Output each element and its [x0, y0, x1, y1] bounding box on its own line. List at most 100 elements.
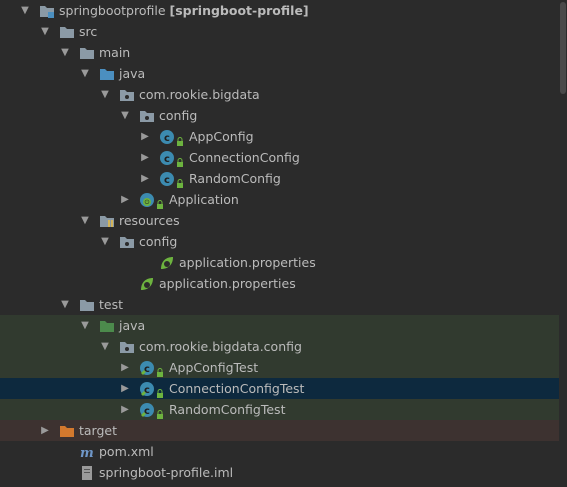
expand-arrow-down-icon[interactable]: ▼ [79, 315, 91, 336]
tree-item-label: java [119, 63, 145, 84]
tree-row[interactable]: ▼ test [0, 294, 559, 315]
tree-item-label: springbootprofile [springboot-profile] [59, 0, 309, 21]
tree-row[interactable]: application.properties [0, 252, 559, 273]
tree-item-label: com.rookie.bigdata.config [139, 336, 302, 357]
tree-item-label: java [119, 315, 145, 336]
tree-item-label: application.properties [179, 252, 316, 273]
expand-arrow-down-icon[interactable]: ▼ [19, 0, 31, 21]
tree-item-name: java [119, 318, 146, 333]
package-icon [119, 234, 135, 250]
tree-item-label: application.properties [159, 273, 296, 294]
tree-item-name: test [99, 297, 124, 312]
tree-row[interactable]: ▼ src [0, 21, 559, 42]
vertical-scrollbar[interactable] [559, 0, 567, 483]
spring-boot-class-icon: ⏻ [139, 192, 155, 208]
scrollbar-thumb[interactable] [560, 2, 566, 94]
test-class-icon: c [139, 360, 155, 376]
expand-arrow-down-icon[interactable]: ▼ [59, 294, 71, 315]
class-icon: c [159, 171, 175, 187]
tree-item-name: com.rookie.bigdata [139, 87, 260, 102]
tree-item-label: RandomConfigTest [169, 399, 285, 420]
tree-item-name: config [139, 234, 178, 249]
tree-row[interactable]: ▼ java [0, 315, 559, 336]
expand-arrow-right-icon[interactable]: ▶ [119, 399, 131, 420]
tree-row[interactable]: application.properties [0, 273, 559, 294]
expand-arrow-down-icon[interactable]: ▼ [79, 63, 91, 84]
tree-row[interactable]: ▼ com.rookie.bigdata [0, 84, 559, 105]
maven-icon: m [79, 444, 95, 461]
expand-arrow-right-icon[interactable]: ▶ [119, 378, 131, 399]
expand-arrow-down-icon[interactable]: ▼ [119, 105, 131, 126]
test-class-icon: c [139, 381, 155, 397]
tree-item-name: RandomConfigTest [169, 402, 286, 417]
tree-row[interactable]: m pom.xml [0, 441, 559, 462]
tree-row[interactable]: ▶ c AppConfig [0, 126, 559, 147]
tree-item-name: java [119, 66, 146, 81]
module-name-label: [springboot-profile] [169, 3, 309, 18]
tree-item-name: com.rookie.bigdata.config [139, 339, 302, 354]
expand-arrow-down-icon[interactable]: ▼ [99, 336, 111, 357]
tree-item-name: src [79, 24, 98, 39]
tree-item-label: RandomConfig [189, 168, 281, 189]
tree-row[interactable]: ▶ c RandomConfig [0, 168, 559, 189]
tree-row[interactable]: ▶ ⏻ Application [0, 189, 559, 210]
tree-row[interactable]: ▶ c ConnectionConfig [0, 147, 559, 168]
tree-item-label: com.rookie.bigdata [139, 84, 260, 105]
tree-row[interactable]: ▶ c AppConfigTest [0, 357, 559, 378]
expand-arrow-right-icon[interactable]: ▶ [139, 147, 151, 168]
expand-arrow-right-icon[interactable]: ▶ [139, 168, 151, 189]
tree-item-label: config [159, 105, 197, 126]
folder-icon [59, 24, 75, 40]
tree-item-label: springboot-profile.iml [99, 462, 233, 483]
module-folder-icon [39, 3, 55, 19]
expand-arrow-right-icon[interactable]: ▶ [119, 189, 131, 210]
tree-item-name: main [99, 45, 131, 60]
tree-item-label: ConnectionConfigTest [169, 378, 304, 399]
package-icon [139, 108, 155, 124]
tree-row[interactable]: springboot-profile.iml [0, 462, 559, 483]
tree-item-name: springboot-profile.iml [99, 465, 234, 480]
tree-item-label: config [139, 231, 177, 252]
tree-row[interactable]: ▼ resources [0, 210, 559, 231]
expand-arrow-right-icon[interactable]: ▶ [139, 126, 151, 147]
tree-item-label: AppConfig [189, 126, 254, 147]
tree-item-label: Application [169, 189, 239, 210]
svg-text:c: c [144, 385, 150, 396]
expand-arrow-right-icon[interactable]: ▶ [39, 420, 51, 441]
svg-text:c: c [164, 154, 170, 165]
tree-item-name: RandomConfig [189, 171, 281, 186]
tree-row[interactable]: ▶ target [0, 420, 559, 441]
tree-item-name: pom.xml [99, 444, 154, 459]
tree-item-label: pom.xml [99, 441, 154, 462]
tree-row[interactable]: ▶ c ConnectionConfigTest [0, 378, 559, 399]
expand-arrow-down-icon[interactable]: ▼ [99, 231, 111, 252]
tree-row[interactable]: ▼ com.rookie.bigdata.config [0, 336, 559, 357]
tree-row[interactable]: ▼ java [0, 63, 559, 84]
tree-item-name: resources [119, 213, 180, 228]
expand-arrow-right-icon[interactable]: ▶ [119, 357, 131, 378]
tree-item-name: application.properties [159, 276, 296, 291]
tree-item-label: target [79, 420, 117, 441]
svg-text:m: m [80, 446, 94, 460]
tree-row[interactable]: ▼ config [0, 231, 559, 252]
expand-arrow-down-icon[interactable]: ▼ [99, 84, 111, 105]
tree-item-name: ConnectionConfigTest [169, 381, 305, 396]
tree-item-name: target [79, 423, 118, 438]
tree-item-name: springbootprofile [59, 3, 166, 18]
spring-properties-icon [139, 276, 155, 292]
expand-arrow-down-icon[interactable]: ▼ [59, 42, 71, 63]
test-class-icon: c [139, 402, 155, 418]
resources-folder-icon [99, 213, 115, 229]
svg-text:c: c [144, 406, 150, 417]
expand-arrow-down-icon[interactable]: ▼ [79, 210, 91, 231]
expand-arrow-down-icon[interactable]: ▼ [39, 21, 51, 42]
tree-row[interactable]: ▶ c RandomConfigTest [0, 399, 559, 420]
tree-item-name: application.properties [179, 255, 316, 270]
iml-file-icon [79, 465, 95, 481]
tree-row[interactable]: ▼ config [0, 105, 559, 126]
tree-item-name: AppConfigTest [169, 360, 259, 375]
tree-item-label: resources [119, 210, 180, 231]
tree-row[interactable]: ▼ main [0, 42, 559, 63]
tree-row[interactable]: ▼ springbootprofile [springboot-profile] [0, 0, 559, 21]
spring-properties-icon [159, 255, 175, 271]
